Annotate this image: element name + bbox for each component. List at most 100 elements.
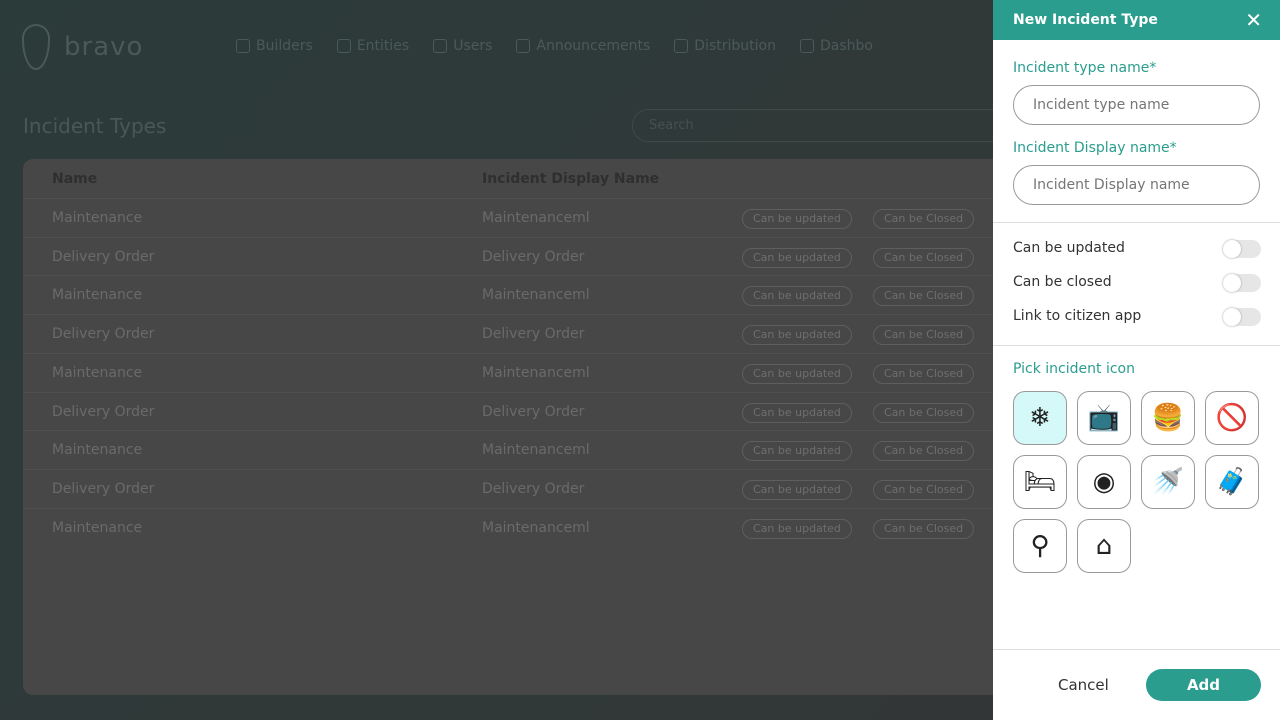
can-be-updated-badge: Can be updated	[742, 286, 852, 307]
towel-hanger-icon[interactable]: ⌂	[1077, 519, 1131, 573]
can-be-updated-badge: Can be updated	[742, 402, 852, 423]
nav-dashboard[interactable]: Dashbo	[799, 38, 873, 54]
table-row[interactable]: Maintenance Maintenanceml Can be updated…	[23, 352, 1023, 392]
display-name-label: Incident Display name*	[1013, 140, 1177, 156]
can-be-updated-badge: Can be updated	[742, 363, 852, 384]
can-be-closed-badge: Can be Closed	[873, 286, 975, 307]
row-name: Delivery Order	[52, 326, 155, 343]
can-be-closed-toggle[interactable]	[1223, 274, 1261, 292]
builders-icon	[236, 39, 250, 53]
column-header-display-name: Incident Display Name	[482, 171, 660, 187]
can-be-closed-badge: Can be Closed	[873, 325, 975, 346]
fast-food-icon[interactable]: 🍔	[1141, 391, 1195, 445]
nav-label: Entities	[356, 38, 410, 54]
table-row[interactable]: Delivery Order Delivery Order Can be upd…	[23, 391, 1023, 431]
divider	[993, 649, 1280, 650]
can-be-closed-badge: Can be Closed	[873, 402, 975, 423]
column-header-name: Name	[52, 171, 98, 187]
row-display-name: Delivery Order	[482, 403, 585, 420]
table-row[interactable]: Maintenance Maintenanceml Can be updated…	[23, 198, 1023, 237]
nav-announcements[interactable]: Announcements	[516, 38, 650, 54]
row-display-name: Delivery Order	[482, 480, 585, 497]
suitcase-icon[interactable]: 🧳	[1205, 455, 1259, 509]
cancel-button[interactable]: Cancel	[1058, 676, 1109, 694]
can-be-updated-badge: Can be updated	[742, 479, 852, 500]
incident-types-table: Name Incident Display Name Maintenance M…	[23, 159, 1023, 695]
add-button[interactable]: Add	[1146, 669, 1261, 701]
can-be-updated-badge: Can be updated	[742, 518, 852, 539]
toggle-label: Can be updated	[1013, 240, 1125, 256]
row-name: Maintenance	[52, 442, 143, 459]
search-input[interactable]: Search	[632, 109, 1012, 142]
incident-display-name-input[interactable]	[1013, 165, 1260, 205]
calendar-icon	[674, 39, 689, 53]
row-display-name: Maintenanceml	[482, 519, 590, 536]
pick-icon-label: Pick incident icon	[1013, 361, 1135, 377]
panel-title: New Incident Type	[1013, 12, 1158, 28]
vacuum-cleaner-icon[interactable]: ⚲	[1013, 519, 1067, 573]
nav-label: Announcements	[536, 38, 651, 54]
can-be-updated-badge: Can be updated	[742, 441, 852, 462]
nav-label: Dashbo	[819, 38, 873, 54]
row-display-name: Maintenanceml	[482, 287, 590, 304]
row-name: Delivery Order	[52, 480, 155, 497]
users-icon	[433, 39, 448, 53]
can-be-updated-toggle[interactable]	[1223, 240, 1261, 258]
entities-icon	[336, 39, 351, 53]
new-incident-type-panel: New Incident Type ✕ Incident type name* I…	[993, 0, 1280, 720]
row-name: Maintenance	[52, 364, 143, 381]
can-be-updated-badge: Can be updated	[742, 325, 852, 346]
row-display-name: Maintenanceml	[482, 442, 590, 459]
nav-entities[interactable]: Entities	[336, 38, 410, 54]
can-be-closed-badge: Can be Closed	[873, 479, 975, 500]
divider	[993, 222, 1280, 223]
megaphone-icon	[516, 39, 531, 53]
table-row[interactable]: Maintenance Maintenanceml Can be updated…	[23, 430, 1023, 469]
type-name-label: Incident type name*	[1013, 60, 1157, 76]
page-title: Incident Types	[23, 114, 167, 138]
nav-distribution[interactable]: Distribution	[674, 38, 776, 54]
logo-pin-icon	[22, 24, 50, 70]
row-name: Delivery Order	[52, 403, 155, 420]
close-icon[interactable]: ✕	[1245, 8, 1262, 32]
can-be-updated-badge: Can be updated	[742, 247, 852, 268]
table-row[interactable]: Delivery Order Delivery Order Can be upd…	[23, 468, 1023, 508]
wifi-icon[interactable]: ◉	[1077, 455, 1131, 509]
can-be-updated-badge: Can be updated	[742, 209, 852, 229]
can-be-closed-badge: Can be Closed	[873, 518, 975, 539]
row-display-name: Maintenanceml	[482, 210, 590, 226]
nav-builders[interactable]: Builders	[236, 38, 313, 54]
table-row[interactable]: Maintenance Maintenanceml Can be updated…	[23, 275, 1023, 314]
can-be-closed-badge: Can be Closed	[873, 363, 975, 384]
logo: bravo	[22, 24, 143, 70]
row-display-name: Delivery Order	[482, 248, 585, 265]
incident-type-name-input[interactable]	[1013, 85, 1260, 125]
nav-users[interactable]: Users	[433, 38, 492, 54]
no-car-icon[interactable]: 🚫	[1205, 391, 1259, 445]
table-row[interactable]: Delivery Order Delivery Order Can be upd…	[23, 236, 1023, 276]
top-nav: Builders Entities Users Announcements Di…	[236, 38, 873, 54]
row-display-name: Delivery Order	[482, 326, 585, 343]
shower-icon[interactable]: 🚿	[1141, 455, 1195, 509]
nav-label: Distribution	[694, 38, 776, 54]
brand-name: bravo	[64, 32, 144, 62]
table-row[interactable]: Delivery Order Delivery Order Can be upd…	[23, 314, 1023, 353]
toggle-label: Can be closed	[1013, 274, 1112, 290]
link-to-citizen-app-toggle[interactable]	[1223, 308, 1261, 326]
can-be-closed-badge: Can be Closed	[873, 209, 975, 229]
panel-header: New Incident Type ✕	[993, 0, 1280, 40]
nav-label: Users	[453, 38, 493, 54]
can-be-closed-badge: Can be Closed	[873, 247, 975, 268]
row-name: Maintenance	[52, 519, 143, 536]
can-be-closed-badge: Can be Closed	[873, 441, 975, 462]
nav-label: Builders	[256, 38, 313, 54]
bed-icon[interactable]: 🛏	[1013, 455, 1067, 509]
television-icon[interactable]: 📺	[1077, 391, 1131, 445]
row-name: Maintenance	[52, 210, 143, 226]
divider	[993, 345, 1280, 346]
row-display-name: Maintenanceml	[482, 364, 590, 381]
row-name: Maintenance	[52, 287, 143, 304]
dashboard-icon	[799, 39, 814, 53]
air-conditioner-icon[interactable]: ❄	[1013, 391, 1067, 445]
table-row[interactable]: Maintenance Maintenanceml Can be updated…	[23, 507, 1023, 547]
